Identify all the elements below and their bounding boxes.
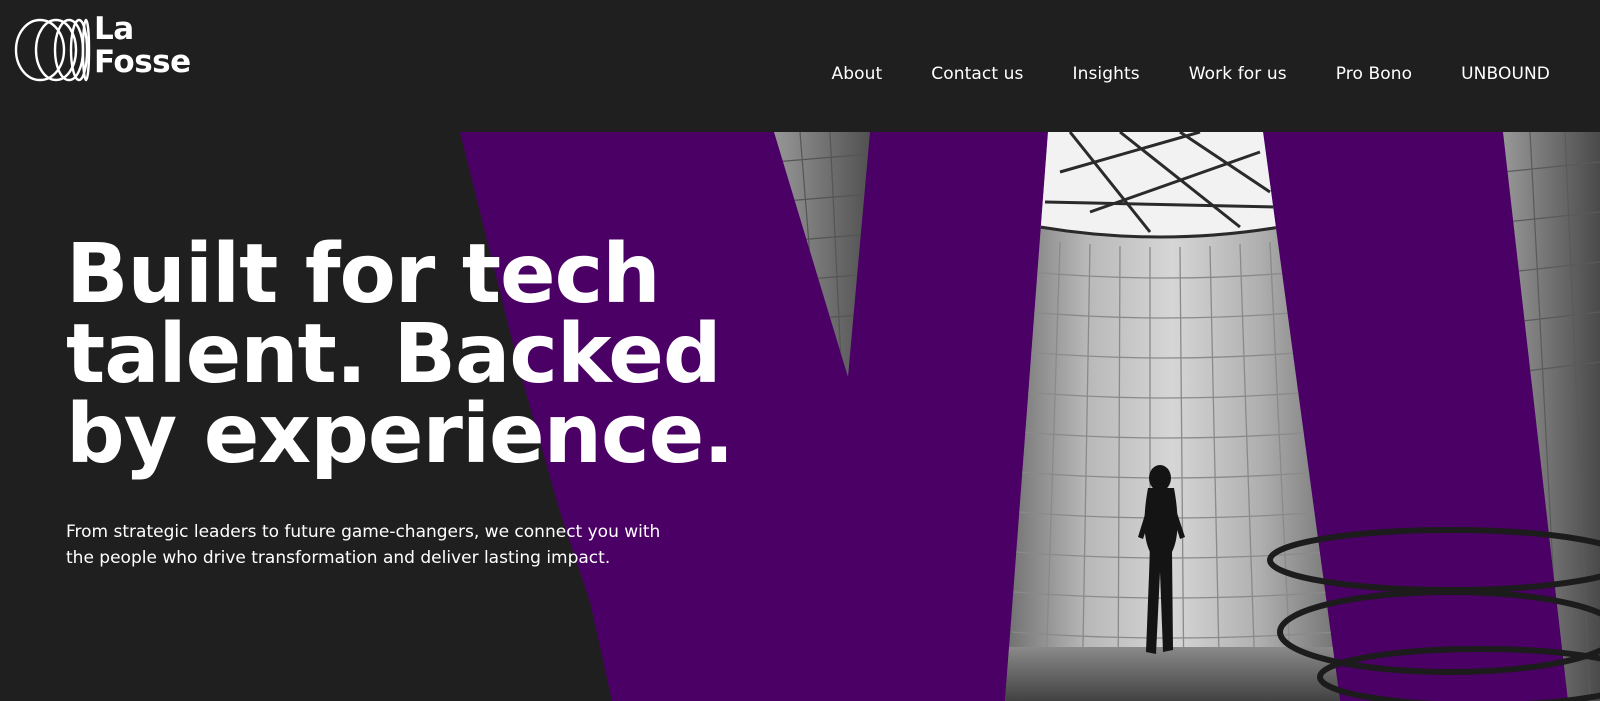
logo-link[interactable]: La Fosse [14, 13, 204, 87]
hero-heading-line: Built for tech [66, 227, 661, 322]
logo-line-2: Fosse [94, 44, 191, 80]
nav-insights[interactable]: Insights [1072, 64, 1139, 84]
nav-unbound[interactable]: UNBOUND [1461, 64, 1550, 84]
logo-wordmark: La Fosse [94, 13, 191, 79]
hero-subtext-line: From strategic leaders to future game-ch… [66, 522, 661, 542]
nav-pro-bono[interactable]: Pro Bono [1336, 64, 1412, 84]
nav-contact-us[interactable]: Contact us [931, 64, 1023, 84]
hero-subtext-line: the people who drive transformation and … [66, 548, 611, 568]
hero-heading-line: talent. Backed [66, 307, 722, 402]
hero-section: Built for tech talent. Backed by experie… [0, 132, 1600, 701]
page: La Fosse About Contact us Insights Work … [0, 0, 1600, 701]
logo-line-1: La [94, 11, 134, 47]
concentric-ellipses-icon [14, 18, 91, 82]
hero-heading-line: by experience. [66, 387, 734, 482]
hero-heading: Built for tech talent. Backed by experie… [66, 227, 786, 482]
nav-about[interactable]: About [832, 64, 883, 84]
hero-copy: Built for tech talent. Backed by experie… [66, 227, 786, 571]
hero-subtext: From strategic leaders to future game-ch… [66, 519, 706, 571]
site-header: La Fosse About Contact us Insights Work … [0, 0, 1600, 132]
nav-work-for-us[interactable]: Work for us [1189, 64, 1287, 84]
main-nav: About Contact us Insights Work for us Pr… [832, 64, 1550, 84]
